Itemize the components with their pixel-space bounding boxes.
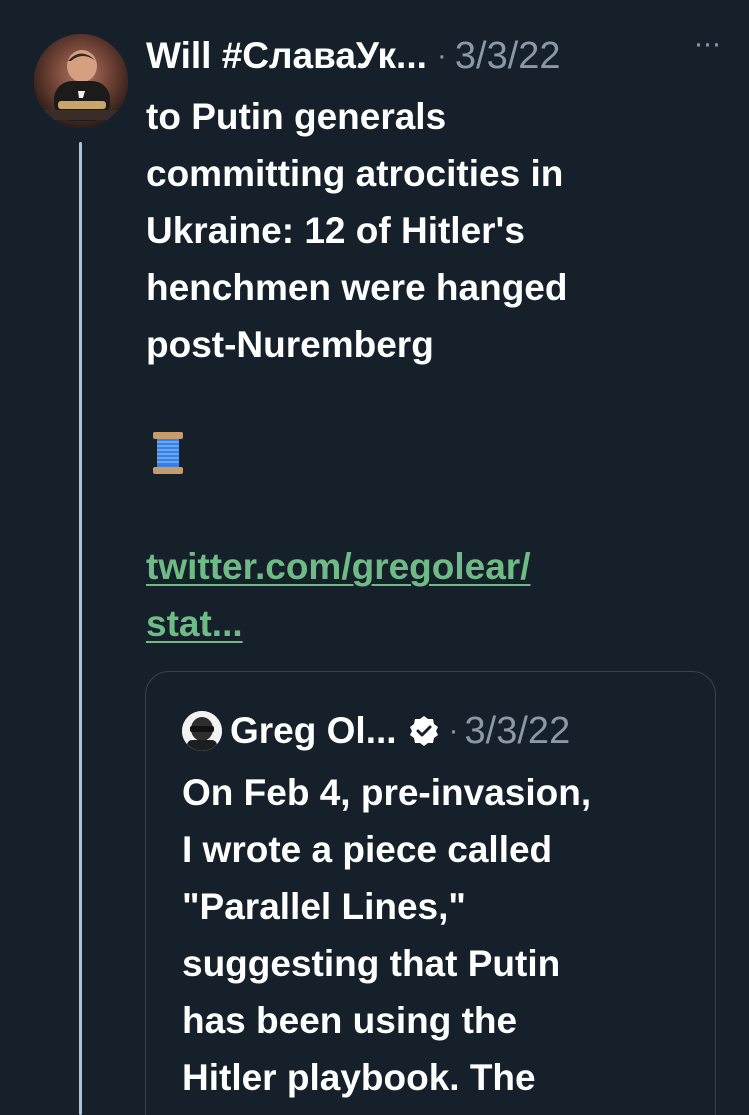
thread-line: [79, 142, 82, 1115]
more-options-icon[interactable]: ···: [690, 29, 724, 62]
quoted-author-name[interactable]: Greg Ol...: [230, 705, 397, 757]
spool-of-thread-icon: [146, 428, 190, 478]
tweet-link[interactable]: twitter.com/gregolear/ stat...: [146, 538, 706, 652]
verified-badge-icon: [407, 714, 441, 748]
quoted-tweet-text: On Feb 4, pre-invasion, I wrote a piece …: [182, 772, 592, 1098]
tweet-date[interactable]: 3/3/22: [455, 30, 561, 82]
avatar-photo: [34, 34, 128, 128]
quoted-user-avatar[interactable]: [182, 711, 222, 751]
quoted-tweet-date[interactable]: 3/3/22: [465, 705, 571, 757]
quoted-header-separator: ·: [448, 714, 459, 747]
author-avatar[interactable]: [34, 34, 128, 128]
quoted-tweet-header: Greg Ol... · 3/3/22: [182, 705, 702, 757]
header-separator: ·: [436, 39, 447, 72]
author-name[interactable]: Will #СлаваУк...: [146, 30, 427, 82]
tweet-text: to Putin generals committing atrocities …: [146, 96, 568, 365]
tweet-header: Will #СлаваУк... · 3/3/22: [146, 30, 726, 82]
